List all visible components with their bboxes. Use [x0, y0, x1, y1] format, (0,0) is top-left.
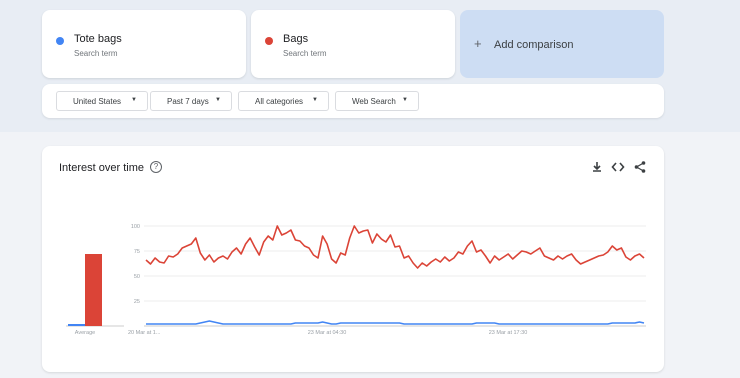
- term-type: Search term: [74, 49, 118, 58]
- x-tick-label: 23 Mar at 17:30: [489, 330, 528, 336]
- add-comparison-button[interactable]: + Add comparison: [460, 10, 664, 78]
- y-tick-label: 100: [131, 224, 140, 230]
- y-tick-label: 25: [134, 299, 140, 305]
- dropdown-caret-icon: ▼: [215, 97, 221, 103]
- filter-label: United States: [73, 96, 122, 106]
- dropdown-caret-icon: ▼: [131, 97, 137, 103]
- term-name[interactable]: Bags: [283, 33, 308, 45]
- interest-chart: 100 75 50 25 Average 20 Mar at 1... 23 Mar at …: [66, 224, 646, 336]
- dropdown-caret-icon: ▼: [312, 97, 318, 103]
- term-color-dot-icon: [56, 37, 64, 45]
- average-bar: [85, 254, 102, 326]
- filter-label: Web Search: [352, 96, 396, 106]
- filter-label: All categories: [255, 96, 304, 106]
- filter-bar: United States ▼ Past 7 days ▼ All catego…: [42, 84, 664, 118]
- y-tick-label: 75: [134, 249, 140, 255]
- dropdown-caret-icon: ▼: [402, 97, 408, 103]
- term-type: Search term: [283, 49, 327, 58]
- interest-over-time-card: Interest over time ? 100 75 50 25 Average 20 …: [42, 146, 664, 372]
- x-tick-label: 23 Mar at 04:30: [308, 330, 347, 336]
- filter-label: Past 7 days: [167, 96, 209, 106]
- term-color-dot-icon: [265, 37, 273, 45]
- x-tick-label: 20 Mar at 1...: [128, 330, 161, 336]
- category-filter-dropdown[interactable]: All categories ▼: [238, 91, 329, 111]
- term-card-bags[interactable]: Bags Search term: [251, 10, 455, 78]
- term-name[interactable]: Tote bags: [74, 33, 122, 45]
- average-bar: [68, 324, 85, 326]
- average-label: Average: [75, 330, 95, 336]
- plus-icon: +: [474, 36, 482, 51]
- search-type-filter-dropdown[interactable]: Web Search ▼: [335, 91, 419, 111]
- time-range-filter-dropdown[interactable]: Past 7 days ▼: [150, 91, 232, 111]
- series-line: [146, 320, 645, 325]
- series-line: [145, 225, 645, 269]
- term-card-tote-bags[interactable]: Tote bags Search term: [42, 10, 246, 78]
- add-comparison-label: Add comparison: [494, 39, 574, 51]
- y-tick-label: 50: [134, 274, 140, 280]
- region-filter-dropdown[interactable]: United States ▼: [56, 91, 148, 111]
